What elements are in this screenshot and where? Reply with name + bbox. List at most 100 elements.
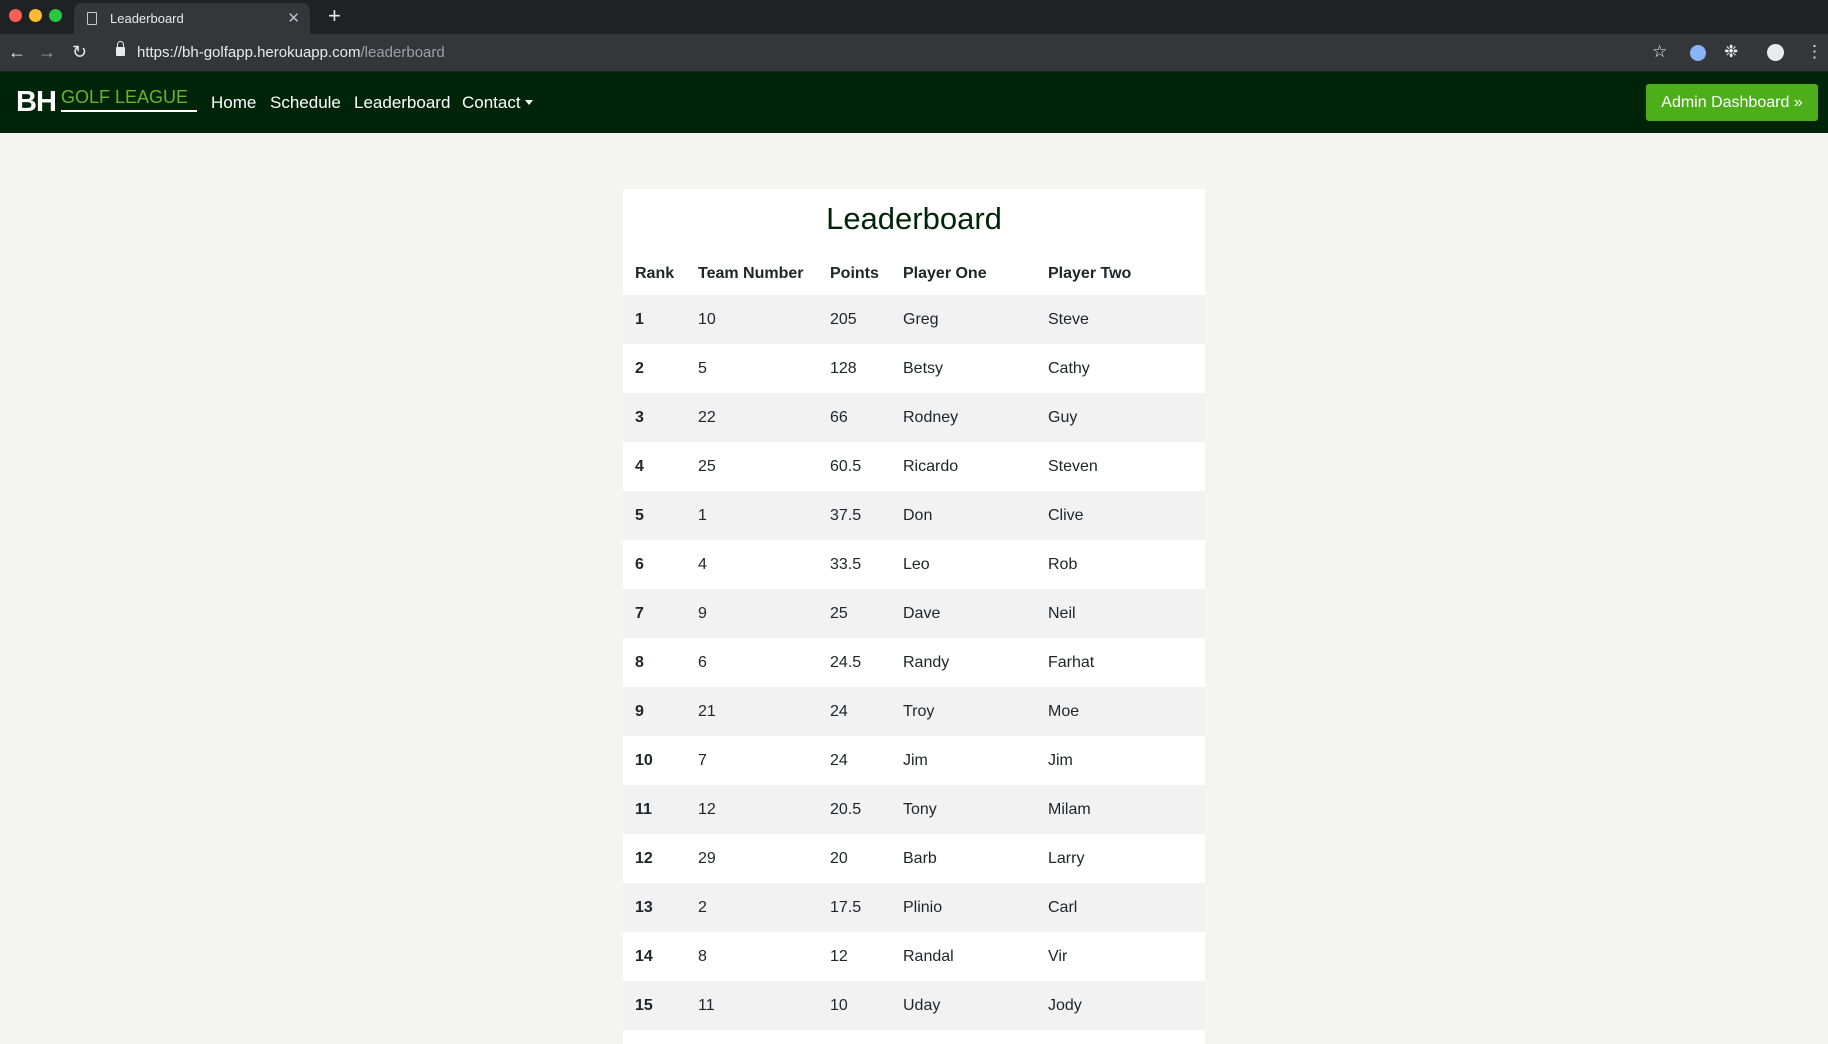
- header-points: Points: [830, 265, 879, 282]
- table-row: 8 6 24.5 Randy Farhat: [623, 638, 1205, 687]
- rank-cell: 12: [635, 849, 653, 867]
- extension-icon[interactable]: [1690, 45, 1706, 61]
- player-one-cell: Don: [891, 491, 1036, 540]
- team-number-cell: 9: [686, 589, 818, 638]
- nav-link-schedule[interactable]: Schedule: [270, 93, 341, 113]
- account-icon[interactable]: [1767, 44, 1784, 61]
- table-row: 14 8 12 Randal Vir: [623, 932, 1205, 981]
- player-two-cell: Milam: [1036, 785, 1205, 834]
- browser-menu-icon[interactable]: ⋮: [1806, 41, 1823, 63]
- nav-link-contact[interactable]: Contact: [462, 93, 533, 113]
- points-cell: 128: [830, 359, 857, 377]
- team-number-cell: 7: [698, 751, 707, 769]
- points-cell: 66: [818, 393, 891, 442]
- table-row: 4 25 60.5 Ricardo Steven: [623, 442, 1205, 491]
- table-row: 6 4 33.5 Leo Rob: [623, 540, 1205, 589]
- player-two-cell: Neil: [1036, 589, 1205, 638]
- table-row: 5 1 37.5 Don Clive: [623, 491, 1205, 540]
- player-two-cell: Clive: [1036, 491, 1205, 540]
- player-one-cell: Leo: [903, 555, 930, 573]
- table-body: 1 10 205 Greg Steve 2 5 128 Betsy Cathy 3 22 66 Rodne…: [623, 295, 1205, 1030]
- player-two-cell: Larry: [1048, 849, 1085, 867]
- table-row: 1 10 205 Greg Steve: [623, 295, 1205, 344]
- team-number-cell: 2: [686, 883, 818, 932]
- nav-link-home[interactable]: Home: [211, 93, 256, 113]
- tab-title: Leaderboard: [110, 11, 184, 26]
- player-two-cell: Vir: [1048, 947, 1068, 965]
- player-one-cell: Jim: [903, 751, 928, 769]
- leaderboard-table: Rank Team Number Points Player One Playe…: [623, 253, 1205, 1030]
- header-player-two: Player Two: [1048, 265, 1132, 282]
- table-row: 10 7 24 Jim Jim: [623, 736, 1205, 785]
- address-bar[interactable]: https://bh-golfapp.herokuapp.com/leaderb…: [137, 44, 445, 61]
- header-rank: Rank: [635, 265, 675, 282]
- settings-extension-icon[interactable]: ❉: [1724, 41, 1738, 63]
- nav-link-leaderboard[interactable]: Leaderboard: [354, 93, 450, 113]
- player-one-cell: Ricardo: [903, 457, 959, 475]
- team-number-cell: 25: [698, 457, 716, 475]
- rank-cell: 4: [635, 457, 644, 475]
- player-one-cell: Rodney: [891, 393, 1036, 442]
- table-row: 11 12 20.5 Tony Milam: [623, 785, 1205, 834]
- points-cell: 20: [830, 849, 848, 867]
- brand-subtitle: GOLF LEAGUE: [61, 87, 189, 107]
- rank-cell: 6: [635, 555, 644, 573]
- back-icon[interactable]: ←: [8, 42, 26, 62]
- browser-tab-bar: Leaderboard ✕ +: [0, 0, 1828, 34]
- header-team-number: Team Number: [698, 265, 804, 282]
- player-one-cell: Barb: [903, 849, 937, 867]
- site-navbar: BH GOLF LEAGUE Home Schedule Leaderboard…: [0, 72, 1828, 133]
- player-one-cell: Plinio: [891, 883, 1036, 932]
- close-tab-icon[interactable]: ✕: [287, 9, 300, 27]
- points-cell: 24: [818, 687, 891, 736]
- points-cell: 24.5: [830, 653, 862, 671]
- minimize-window-button[interactable]: [29, 9, 42, 22]
- player-one-cell: Uday: [891, 981, 1036, 1030]
- page-icon: [87, 12, 97, 25]
- player-two-cell: Rob: [1048, 555, 1078, 573]
- rank-cell: 1: [623, 295, 686, 344]
- page-title: Leaderboard: [826, 201, 1002, 236]
- bookmark-star-icon[interactable]: ☆: [1652, 41, 1667, 63]
- points-cell: 33.5: [830, 555, 862, 573]
- lock-icon[interactable]: [116, 41, 125, 56]
- team-number-cell: 5: [698, 359, 707, 377]
- player-two-cell: Jim: [1048, 751, 1073, 769]
- team-number-cell: 8: [698, 947, 707, 965]
- rank-cell: 11: [623, 785, 686, 834]
- rank-cell: 7: [623, 589, 686, 638]
- player-one-cell: Troy: [891, 687, 1036, 736]
- rank-cell: 3: [623, 393, 686, 442]
- close-window-button[interactable]: [9, 9, 22, 22]
- rank-cell: 13: [623, 883, 686, 932]
- points-cell: 17.5: [818, 883, 891, 932]
- reload-icon[interactable]: ↻: [72, 42, 87, 62]
- player-two-cell: Carl: [1036, 883, 1205, 932]
- rank-cell: 5: [623, 491, 686, 540]
- team-number-cell: 29: [698, 849, 716, 867]
- table-row: 13 2 17.5 Plinio Carl: [623, 883, 1205, 932]
- points-cell: 37.5: [818, 491, 891, 540]
- points-cell: 20.5: [818, 785, 891, 834]
- player-two-cell: Cathy: [1048, 359, 1090, 377]
- player-two-cell: Guy: [1036, 393, 1205, 442]
- new-tab-button[interactable]: +: [328, 3, 341, 29]
- points-cell: 12: [830, 947, 848, 965]
- leaderboard-card: Leaderboard Rank Team Number Points Play…: [623, 189, 1205, 1044]
- admin-dashboard-button[interactable]: Admin Dashboard »: [1646, 84, 1818, 121]
- rank-cell: 15: [623, 981, 686, 1030]
- maximize-window-button[interactable]: [49, 9, 62, 22]
- rank-cell: 8: [635, 653, 644, 671]
- header-player-one: Player One: [903, 265, 987, 282]
- forward-icon[interactable]: →: [38, 42, 56, 62]
- team-number-cell: 12: [686, 785, 818, 834]
- rank-cell: 9: [623, 687, 686, 736]
- table-row: 2 5 128 Betsy Cathy: [623, 344, 1205, 393]
- browser-tab[interactable]: Leaderboard ✕: [74, 3, 310, 34]
- player-one-cell: Greg: [891, 295, 1036, 344]
- table-header-row: Rank Team Number Points Player One Playe…: [623, 253, 1205, 295]
- url-host: https://bh-golfapp.herokuapp.com: [137, 44, 361, 61]
- team-number-cell: 1: [686, 491, 818, 540]
- rank-cell: 2: [635, 359, 644, 377]
- player-two-cell: Farhat: [1048, 653, 1095, 671]
